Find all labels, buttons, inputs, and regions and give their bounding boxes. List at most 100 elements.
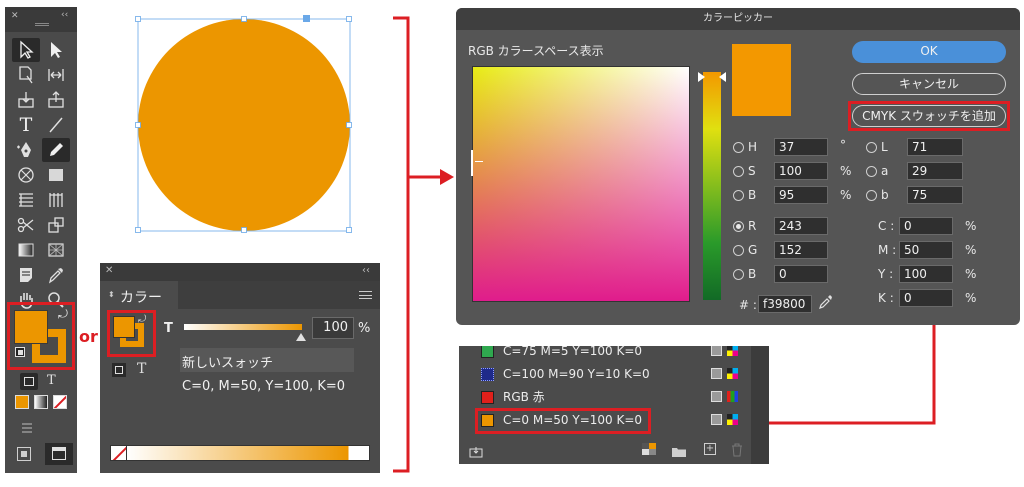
a-radio[interactable] [866, 166, 877, 177]
panel-container-button[interactable] [112, 363, 126, 377]
swatch-item-name: C=75 M=5 Y=100 K=0 [503, 346, 643, 358]
slider-handle-left[interactable] [698, 72, 705, 82]
rectangle-tool-icon[interactable] [42, 163, 70, 187]
m-field[interactable]: 50 [899, 241, 953, 259]
tint-unit: % [358, 321, 371, 336]
gradient-swatch-tool-icon[interactable] [12, 238, 40, 262]
swatches-scrollbar[interactable] [751, 346, 769, 464]
b-field[interactable]: 95 [774, 186, 828, 204]
close-icon[interactable]: ✕ [105, 265, 113, 276]
list-item[interactable]: RGB 赤 [459, 386, 751, 409]
color-ramp[interactable] [110, 445, 370, 461]
scissors-tool-icon[interactable] [12, 213, 40, 237]
h-label: H [748, 140, 758, 154]
g-field[interactable]: 152 [774, 241, 828, 259]
s-field[interactable]: 100 [774, 162, 828, 180]
s-unit: % [840, 164, 852, 178]
color-field-marker[interactable] [471, 150, 473, 176]
collapse-icon[interactable]: ‹‹ [362, 265, 370, 276]
ellipse-frame-tool-icon[interactable] [12, 163, 40, 187]
close-icon[interactable]: ✕ [11, 11, 19, 21]
k-field[interactable]: 0 [899, 289, 953, 307]
horizontal-grid-tool-icon[interactable] [12, 188, 40, 212]
rgb-b-radio[interactable] [733, 269, 744, 280]
g-radio[interactable] [733, 245, 744, 256]
content-placer-icon[interactable] [42, 88, 70, 112]
screen-mode-icon[interactable] [20, 419, 34, 433]
ok-button[interactable]: OK [852, 41, 1006, 63]
selected-circle-artwork[interactable] [125, 4, 365, 234]
swatch-chip [481, 391, 494, 404]
hue-slider[interactable] [703, 72, 721, 300]
color-panel-header[interactable] [100, 263, 380, 281]
note-tool-icon[interactable] [12, 263, 40, 287]
h-field[interactable]: 37 [774, 138, 828, 156]
cancel-button[interactable]: キャンセル [852, 73, 1006, 95]
rgb-b-label: B [748, 267, 757, 281]
lab-b-field[interactable]: 75 [907, 186, 963, 204]
vertical-grid-tool-icon[interactable] [42, 188, 70, 212]
l-label: L [881, 140, 888, 154]
color-field[interactable] [472, 66, 690, 302]
tint-value-field[interactable]: 100 [312, 317, 354, 339]
formatting-container-button[interactable] [20, 373, 38, 390]
h-radio[interactable] [733, 142, 744, 153]
grip-icon[interactable] [35, 23, 49, 26]
ramp-none-icon[interactable] [110, 445, 127, 461]
show-all-swatches-icon[interactable] [642, 443, 656, 455]
pen-tool-icon[interactable] [12, 138, 40, 162]
formatting-text-button[interactable]: T [47, 373, 56, 388]
color-space-label: RGB カラースペース表示 [468, 44, 604, 58]
lab-b-radio[interactable] [866, 190, 877, 201]
delete-swatch-icon[interactable] [731, 442, 743, 457]
a-field[interactable]: 29 [907, 162, 963, 180]
rgb-b-field[interactable]: 0 [774, 265, 828, 283]
b-radio[interactable] [733, 190, 744, 201]
eyedropper-tool-icon[interactable] [42, 263, 70, 287]
panel-text-button[interactable]: T [137, 361, 146, 377]
content-collector-icon[interactable] [12, 88, 40, 112]
r-radio[interactable] [733, 221, 744, 232]
direct-selection-tool-icon[interactable] [42, 38, 70, 62]
b-label: B [748, 188, 757, 202]
y-field[interactable]: 100 [899, 265, 953, 283]
slider-handle-right[interactable] [719, 72, 726, 82]
pencil-tool-icon[interactable] [42, 138, 70, 162]
panel-menu-icon[interactable] [359, 291, 372, 299]
load-swatches-icon[interactable] [469, 443, 483, 458]
list-item[interactable]: C=75 M=5 Y=100 K=0 [459, 346, 751, 363]
page-tool-icon[interactable] [12, 63, 40, 87]
r-field[interactable]: 243 [774, 217, 828, 235]
new-group-folder-icon[interactable] [671, 443, 687, 457]
free-transform-tool-icon[interactable] [42, 213, 70, 237]
type-tool-icon[interactable]: T [12, 113, 40, 137]
color-picker-dialog: カラーピッカー RGB カラースペース表示 OK キャンセル CMYK スウォッ… [456, 8, 1020, 325]
line-tool-icon[interactable] [42, 113, 70, 137]
preview-mode-button[interactable] [45, 443, 73, 465]
cmyk-mode-icon [727, 346, 738, 356]
list-item[interactable]: C=100 M=90 Y=10 K=0 [459, 363, 751, 386]
eyedropper-icon[interactable] [818, 294, 834, 310]
apply-gradient-button[interactable] [34, 395, 48, 409]
selection-tool-icon[interactable] [12, 38, 40, 62]
gradient-feather-tool-icon[interactable] [42, 238, 70, 262]
apply-none-button[interactable] [53, 395, 67, 409]
collapse-icon[interactable]: ‹‹ [61, 10, 68, 20]
y-unit: % [965, 267, 977, 281]
tint-slider[interactable] [184, 324, 302, 330]
panel-swatch-highlight [107, 310, 156, 357]
tab-color[interactable]: ⬍ カラー [100, 281, 178, 309]
process-color-icon [711, 414, 722, 425]
swatch-item-name: C=100 M=90 Y=10 K=0 [503, 367, 650, 381]
cmyk-mode-icon [727, 368, 738, 379]
tint-slider-handle[interactable] [296, 333, 306, 341]
new-swatch-icon[interactable]: + [704, 443, 716, 455]
l-radio[interactable] [866, 142, 877, 153]
apply-color-button[interactable] [15, 395, 29, 409]
c-field[interactable]: 0 [899, 217, 953, 235]
s-radio[interactable] [733, 166, 744, 177]
gap-tool-icon[interactable] [42, 63, 70, 87]
hex-field[interactable]: f39800 [758, 295, 812, 313]
normal-view-icon[interactable] [17, 447, 31, 461]
l-field[interactable]: 71 [907, 138, 963, 156]
